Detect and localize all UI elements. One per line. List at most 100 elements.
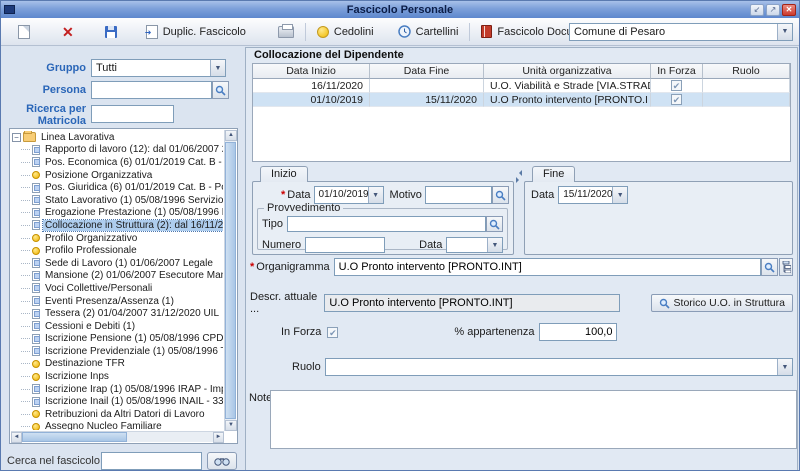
cell-unita-organizzativa: U.O. Viabilità e Strade [VIA.STRAD — [484, 79, 651, 93]
tree-item[interactable]: Profilo Organizzativo — [12, 232, 223, 245]
storico-uo-button[interactable]: Storico U.O. in Struttura — [651, 294, 793, 312]
organigramma-input[interactable] — [334, 258, 761, 276]
tipo-input[interactable] — [287, 216, 486, 232]
panel-splitter[interactable] — [515, 168, 523, 254]
provv-data-field[interactable]: ▼ — [446, 237, 503, 253]
tree-item[interactable]: Iscrizione Pensione (1) 05/08/1996 CPDEL… — [12, 333, 223, 346]
organigramma-tree-button[interactable] — [779, 258, 793, 276]
fine-data-field[interactable]: 15/11/2020 ▼ — [558, 186, 628, 204]
close-icon[interactable]: ✕ — [782, 4, 796, 16]
category-dot-icon — [32, 171, 40, 179]
scroll-left-icon[interactable]: ◄ — [11, 432, 22, 443]
toolbar-separator — [305, 23, 306, 41]
scroll-down-icon[interactable]: ▼ — [225, 420, 237, 431]
in-forza-row-checkbox[interactable] — [671, 80, 682, 91]
cedolini-button[interactable]: Cedolini — [312, 24, 379, 40]
scroll-right-icon[interactable]: ► — [213, 432, 224, 443]
collocazione-section: Collocazione del Dipendente Data InizioD… — [245, 47, 798, 471]
tipo-search-button[interactable] — [486, 216, 503, 232]
new-button[interactable] — [13, 23, 35, 41]
tree-item[interactable]: Retribuzioni da Altri Datori di Lavoro — [12, 408, 223, 421]
chevron-down-icon[interactable]: ▼ — [368, 187, 383, 203]
persona-input[interactable] — [91, 81, 212, 99]
duplicate-fascicolo-button[interactable]: Duplic. Fascicolo — [141, 23, 251, 41]
company-select[interactable]: Comune di Pesaro ▼ — [569, 23, 793, 41]
organigramma-search-button[interactable] — [761, 258, 778, 276]
tree-item[interactable]: Pos. Economica (6) 01/01/2019 Cat. B - P… — [12, 156, 223, 169]
table-row[interactable]: 01/10/201915/11/2020U.O Pronto intervent… — [253, 93, 790, 107]
scroll-up-icon[interactable]: ▲ — [225, 130, 237, 141]
tree-item[interactable]: Cessioni e Debiti (1) — [12, 320, 223, 333]
column-header[interactable]: In Forza — [651, 64, 703, 79]
tree-connector — [21, 263, 30, 264]
tree-item[interactable]: Rapporto di lavoro (12): dal 01/06/2007 … — [12, 144, 223, 157]
expander-icon[interactable]: − — [12, 133, 21, 142]
table-row[interactable]: 16/11/2020U.O. Viabilità e Strade [VIA.S… — [253, 79, 790, 93]
tree-connector — [21, 212, 30, 213]
tree-item[interactable]: Eventi Presenza/Assenza (1) — [12, 295, 223, 308]
numero-input[interactable] — [305, 237, 385, 253]
fine-data-value: 15/11/2020 — [559, 187, 612, 203]
search-icon — [495, 190, 506, 201]
scrollbar-thumb[interactable] — [22, 432, 127, 442]
tree-item[interactable]: Iscrizione Previdenziale (1) 05/08/1996 … — [12, 345, 223, 358]
appartenenza-input[interactable] — [539, 323, 617, 341]
tree-item[interactable]: Assegno Nucleo Familiare — [12, 421, 223, 430]
provvedimento-legend: Provvedimento — [264, 202, 343, 214]
save-button[interactable] — [99, 23, 123, 41]
storico-uo-label: Storico U.O. in Struttura — [674, 297, 785, 309]
chevron-down-icon[interactable]: ▼ — [777, 359, 792, 375]
tree-item[interactable]: Posizione Organizzativa — [12, 169, 223, 182]
tree-item[interactable]: Erogazione Prestazione (1) 05/08/1996 Fu… — [12, 207, 223, 220]
collapse-left-icon[interactable] — [516, 170, 522, 176]
window-collapse-icon[interactable]: ↙ — [750, 4, 764, 16]
tree-connector — [21, 389, 30, 390]
gruppo-select[interactable]: Tutti ▼ — [91, 59, 226, 77]
tree-item[interactable]: Iscrizione Inps — [12, 370, 223, 383]
chevron-down-icon[interactable]: ▼ — [487, 238, 502, 252]
tree-item[interactable]: Mansione (2) 01/06/2007 Esecutore Manute… — [12, 270, 223, 283]
tree-item[interactable]: Destinazione TFR — [12, 358, 223, 371]
chevron-down-icon[interactable]: ▼ — [777, 24, 792, 40]
tree-item[interactable]: Voci Collettive/Personali — [12, 282, 223, 295]
window-expand-icon[interactable]: ↗ — [766, 4, 780, 16]
tree-item-label: Erogazione Prestazione (1) 05/08/1996 Fu… — [43, 207, 223, 218]
tree-item[interactable]: Iscrizione Irap (1) 05/08/1996 IRAP - Im… — [12, 383, 223, 396]
tab-fine[interactable]: Fine — [532, 166, 575, 182]
column-header[interactable]: Data Fine — [370, 64, 484, 79]
cerca-fascicolo-button[interactable] — [207, 452, 237, 470]
tree-item-label: Profilo Organizzativo — [43, 233, 139, 244]
category-dot-icon — [32, 373, 40, 381]
chevron-down-icon[interactable]: ▼ — [210, 60, 225, 76]
tree-item[interactable]: Sede di Lavoro (1) 01/06/2007 Legale — [12, 257, 223, 270]
in-forza-row-checkbox[interactable] — [671, 94, 682, 105]
print-button[interactable] — [273, 24, 299, 40]
tree-root[interactable]: − Linea Lavorativa — [12, 131, 223, 144]
category-dot-icon — [32, 423, 40, 430]
in-forza-checkbox[interactable] — [327, 327, 338, 338]
ricerca-matricola-input[interactable] — [91, 105, 174, 123]
tree-item-label: Mansione (2) 01/06/2007 Esecutore Manute… — [43, 270, 223, 281]
persona-search-button[interactable] — [212, 81, 229, 99]
tree-item[interactable]: Pos. Giuridica (6) 01/01/2019 Cat. B - P… — [12, 181, 223, 194]
tree-vertical-scrollbar[interactable]: ▲ ▼ — [224, 130, 236, 431]
tree-item[interactable]: Collocazione in Struttura (2): dal 16/11… — [12, 219, 223, 232]
tree-item[interactable]: Stato Lavorativo (1) 05/08/1996 Servizio… — [12, 194, 223, 207]
scrollbar-thumb[interactable] — [225, 142, 236, 419]
ruolo-select[interactable]: ▼ — [325, 358, 793, 376]
collapse-right-icon[interactable] — [516, 177, 522, 183]
cartellini-button[interactable]: Cartellini — [393, 23, 464, 40]
chevron-down-icon[interactable]: ▼ — [612, 187, 627, 203]
tree-item[interactable]: Tessera (2) 01/04/2007 31/12/2020 UIL — [12, 307, 223, 320]
tree-item[interactable]: Profilo Professionale — [12, 244, 223, 257]
note-textarea[interactable] — [270, 390, 797, 449]
tree-horizontal-scrollbar[interactable]: ◄ ► — [11, 431, 224, 442]
cerca-fascicolo-input[interactable] — [101, 452, 202, 470]
tree-item[interactable]: Iscrizione Inail (1) 05/08/1996 INAIL - … — [12, 395, 223, 408]
duplicate-icon — [146, 25, 158, 39]
column-header[interactable]: Unità organizzativa — [484, 64, 651, 79]
tab-inizio[interactable]: Inizio — [260, 166, 308, 182]
delete-button[interactable]: ✕ — [57, 23, 79, 41]
column-header[interactable]: Ruolo — [703, 64, 790, 79]
column-header[interactable]: Data Inizio — [253, 64, 370, 79]
